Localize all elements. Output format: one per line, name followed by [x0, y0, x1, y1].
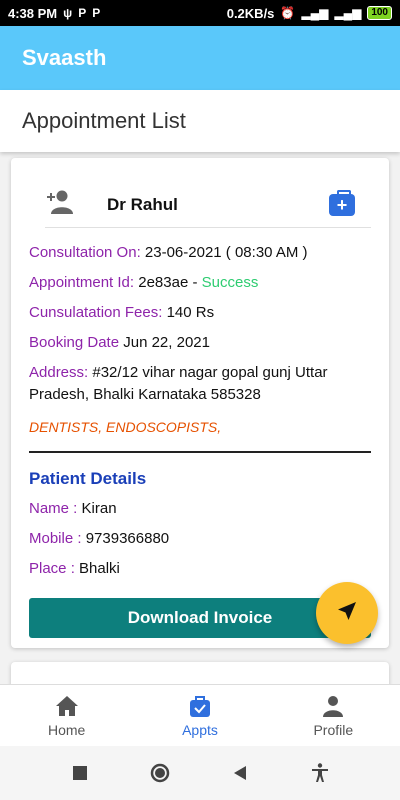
medical-kit-icon[interactable]: + [329, 189, 355, 216]
navigate-fab[interactable] [316, 582, 378, 644]
divider [29, 451, 371, 453]
address-row: Address: #32/12 vihar nagar gopal gunj U… [29, 362, 379, 406]
accessibility-button[interactable] [300, 753, 340, 793]
nav-item-profile[interactable]: Profile [278, 694, 388, 738]
patient-name-label: Name : [29, 500, 78, 517]
patient-name-row: Name : Kiran [29, 498, 379, 520]
specialties: DENTISTS, ENDOSCOPISTS, [29, 419, 222, 435]
consultation-value: 23-06-2021 ( 08:30 AM ) [144, 244, 308, 261]
status-left: 4:38 PM ψ P P [8, 6, 100, 21]
navigation-arrow-icon [335, 599, 359, 628]
status-badge: Success [201, 274, 259, 291]
net-speed: 0.2KB/s [226, 5, 275, 21]
appointment-id-value: 2e83ae - [138, 274, 198, 291]
nav-item-home[interactable]: Home [12, 694, 122, 738]
app-title: Svaasth [22, 45, 107, 70]
system-nav-bar [0, 746, 400, 800]
patient-mobile-row: Mobile : 9739366880 [29, 528, 379, 550]
usb-icon: ψ [63, 6, 73, 20]
back-button[interactable] [220, 753, 260, 793]
appointment-id-label: Appointment Id: [29, 274, 135, 291]
fees-row: Cunsulatation Fees: 140 Rs [29, 302, 379, 324]
booking-date-label: Booking Date [29, 334, 120, 351]
nav-label-profile: Profile [313, 721, 354, 738]
patient-mobile-label: Mobile : [29, 530, 82, 547]
notification-p-icon-2: P [92, 6, 101, 20]
appointment-card-next[interactable] [11, 662, 389, 684]
address-label: Address: [29, 364, 89, 381]
person-icon [322, 694, 344, 718]
alarm-icon: ⏰ [280, 6, 296, 20]
patient-name-value: Kiran [81, 500, 117, 517]
bottom-nav: Home Appts Profile [0, 684, 400, 746]
nav-item-appts[interactable]: Appts [145, 694, 255, 738]
fees-value: 140 Rs [166, 304, 215, 321]
status-right: 0.2KB/s ⏰ ▂▄▆ ▂▄▆ 100 [227, 6, 392, 21]
patient-place-row: Place : Bhalki [29, 558, 379, 580]
home-icon [55, 694, 79, 718]
patient-mobile-value: 9739366880 [85, 530, 170, 547]
briefcase-check-icon [189, 694, 211, 718]
consultation-row: Consultation On: 23-06-2021 ( 08:30 AM ) [29, 242, 379, 264]
booking-date-value: Jun 22, 2021 [123, 334, 210, 351]
patient-place-value: Bhalki [79, 560, 120, 577]
notification-p-icon: P [78, 6, 87, 20]
signal-icon: ▂▄▆ [301, 6, 329, 20]
doctor-name: Dr Rahul [107, 194, 178, 214]
recent-apps-button[interactable] [60, 753, 100, 793]
patient-details-title: Patient Details [29, 469, 147, 488]
nav-label-appts: Appts [182, 721, 218, 738]
home-button[interactable] [140, 753, 180, 793]
appointment-card[interactable]: Dr Rahul + Consultation On: 23-06-2021 (… [11, 158, 389, 648]
page-header: Appointment List [0, 90, 400, 152]
signal-icon-2: ▂▄▆ [334, 6, 362, 20]
appointment-id-row: Appointment Id: 2e83ae - Success [29, 272, 379, 294]
app-bar: Svaasth [0, 26, 400, 90]
status-time: 4:38 PM [8, 5, 58, 21]
add-person-icon [45, 189, 73, 220]
battery-icon: 100 [367, 6, 392, 20]
patient-place-label: Place : [29, 560, 75, 577]
fees-label: Cunsulatation Fees: [29, 304, 163, 321]
status-bar: 4:38 PM ψ P P 0.2KB/s ⏰ ▂▄▆ ▂▄▆ 100 [0, 0, 400, 26]
doctor-row: Dr Rahul + [45, 182, 371, 228]
nav-label-home: Home [47, 721, 86, 738]
consultation-label: Consultation On: [29, 244, 141, 261]
page-title: Appointment List [22, 108, 186, 133]
booking-date-row: Booking Date Jun 22, 2021 [29, 332, 379, 354]
